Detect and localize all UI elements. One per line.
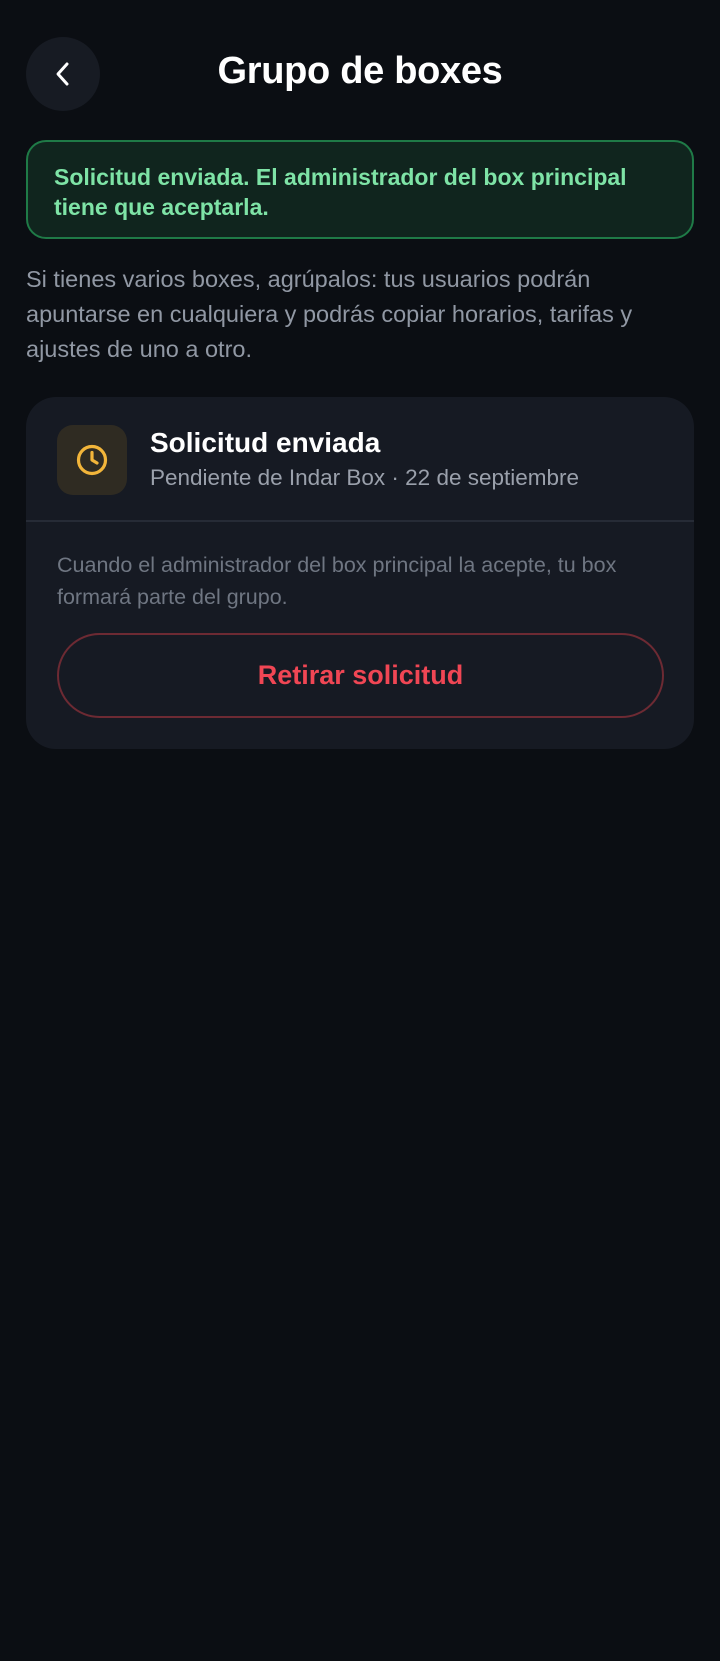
request-status-subtitle: Pendiente de Indar Box · 22 de septiembr…: [150, 465, 580, 490]
request-status-header: Solicitud enviada Pendiente de Indar Box…: [26, 397, 694, 522]
notice-text: Solicitud enviada. El administrador del …: [54, 164, 627, 220]
success-notice: Solicitud enviada. El administrador del …: [26, 140, 694, 239]
request-note: Cuando el administrador del box principa…: [57, 553, 617, 609]
request-status-title: Solicitud enviada: [150, 427, 381, 458]
request-status-card: Solicitud enviada Pendiente de Indar Box…: [26, 397, 694, 749]
withdraw-request-button[interactable]: Retirar solicitud: [57, 633, 664, 718]
page-title: Grupo de boxes: [217, 50, 503, 92]
clock-icon: [57, 425, 127, 495]
header: Grupo de boxes: [0, 0, 720, 146]
group-description: Si tienes varios boxes, agrúpalos: tus u…: [26, 266, 633, 362]
